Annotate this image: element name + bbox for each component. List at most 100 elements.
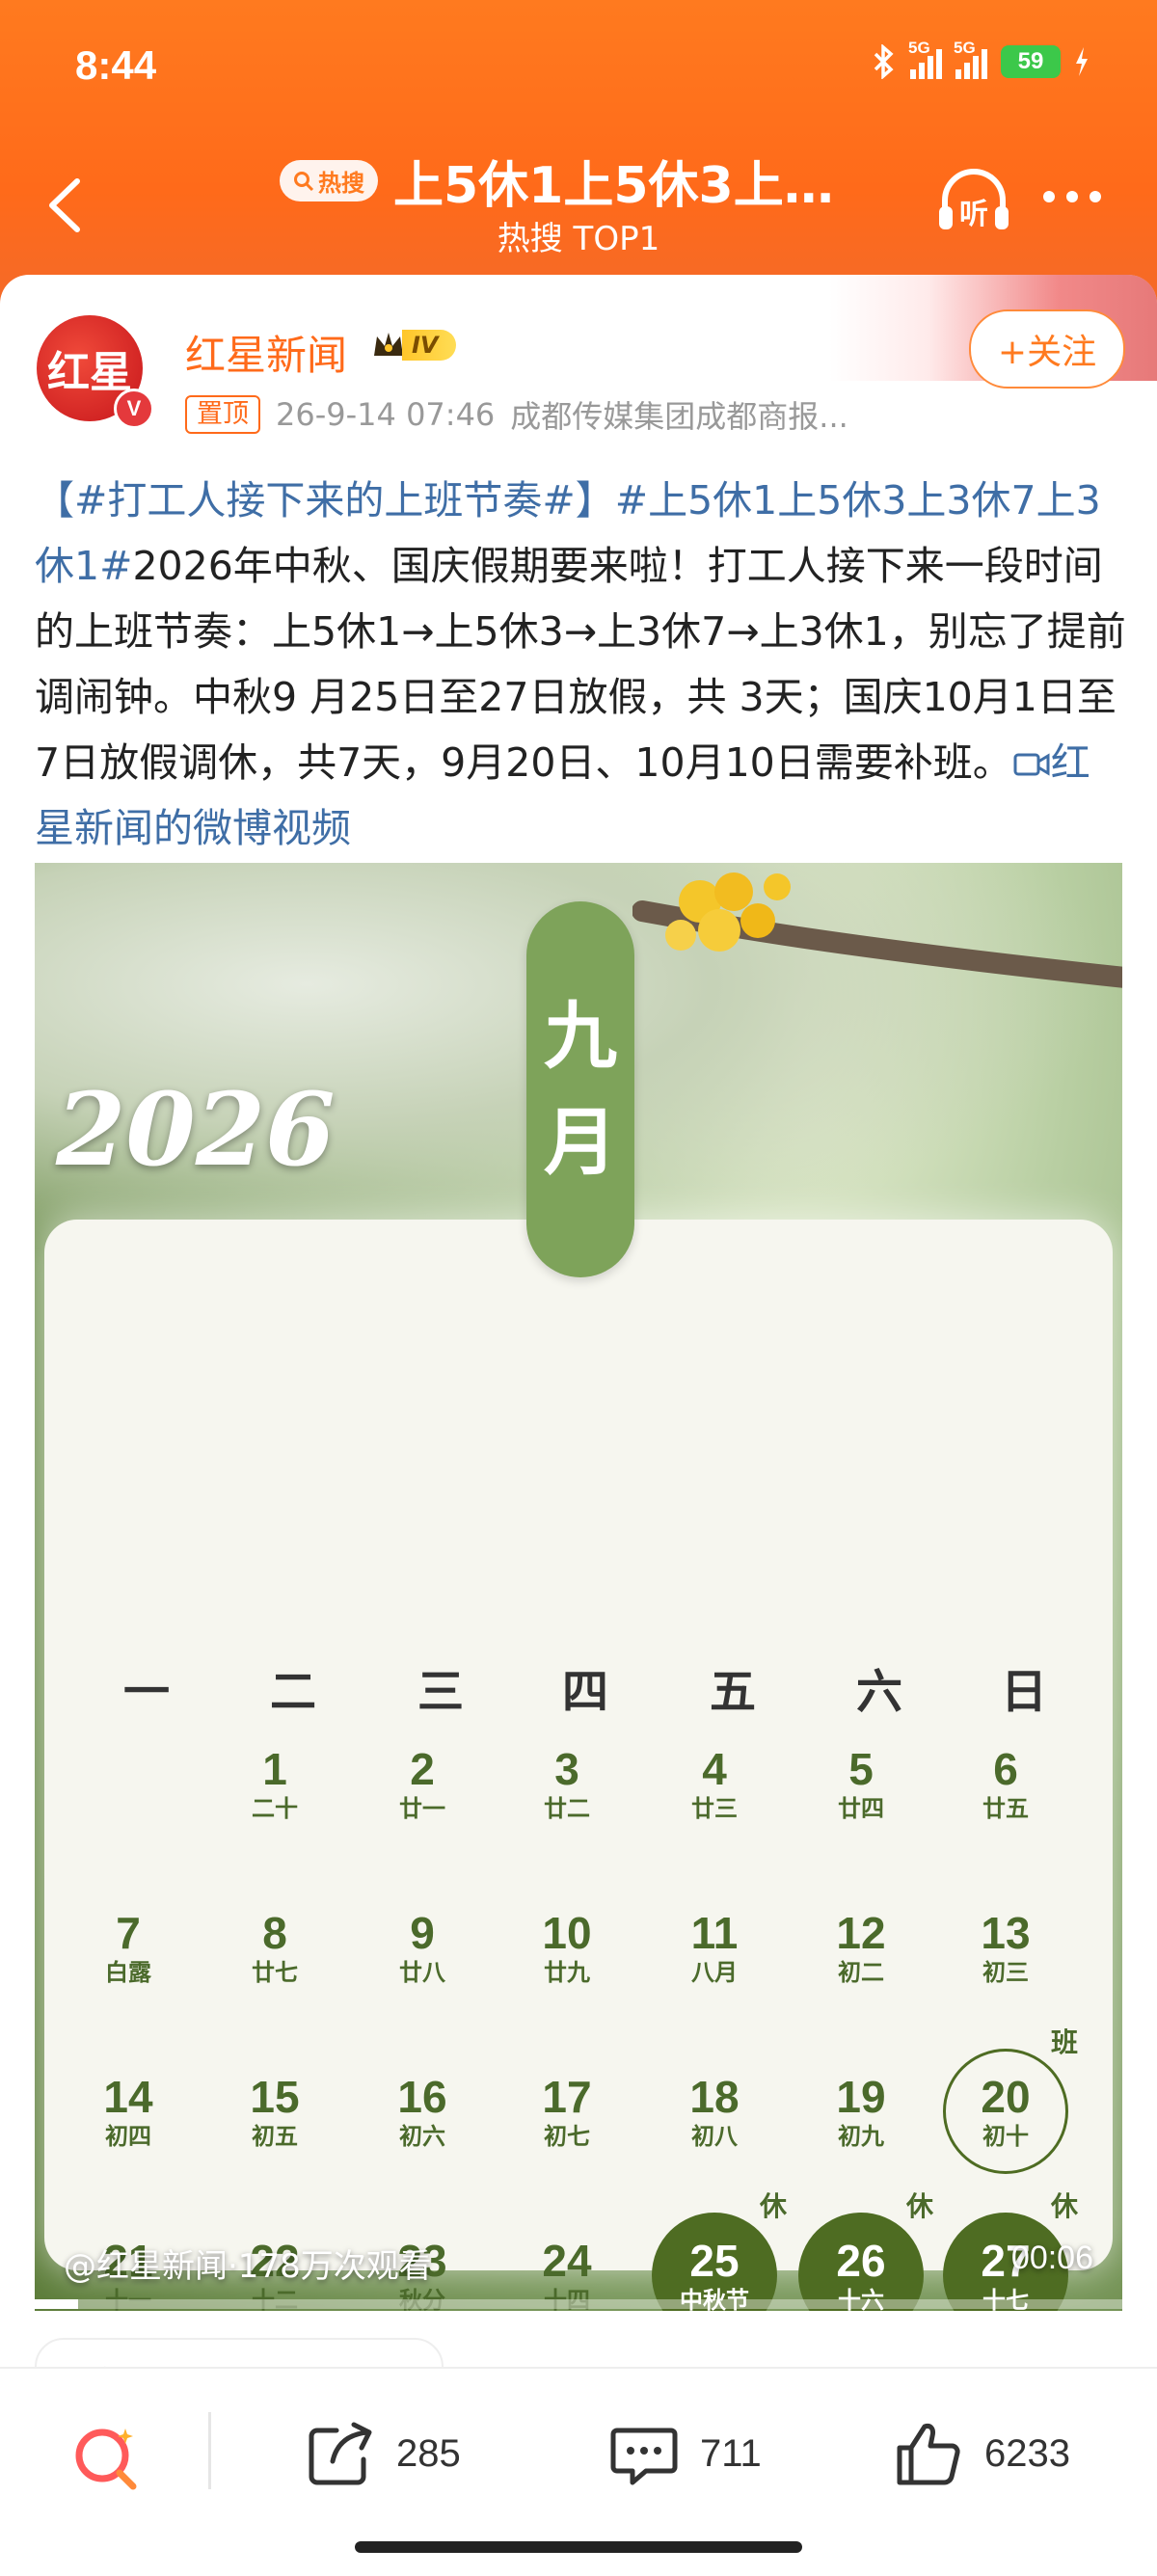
work-day-note: 班 — [1051, 2026, 1079, 2058]
day-lunar: 初五 — [252, 2123, 298, 2150]
rest-day-note: 休 — [1051, 2190, 1079, 2222]
calendar-day: 25 中秋节 — [652, 2213, 777, 2311]
calendar-day: 1 二十 — [212, 1721, 337, 1846]
nav-title-group[interactable]: 热搜 上5休1上5休3上3... — [280, 145, 897, 217]
topic-tag-1[interactable]: 【#打工人接下来的上班节奏#】 — [35, 477, 615, 523]
day-lunar: 初二 — [838, 1959, 884, 1986]
weekday-label: 六 — [855, 1665, 902, 1719]
day-number: 17 — [542, 2072, 592, 2122]
calendar-day: 12 初二 — [798, 1885, 924, 2010]
day-lunar: 廿五 — [982, 1795, 1029, 1822]
video-player[interactable]: 2026 一二三四五六日 1 二十 2 廿一 3 廿二 4 廿三 5 廿四 6 廿五 7 白露 8 廿七 9 廿八… — [35, 863, 1122, 2311]
signal-icon-2: 5G — [954, 39, 987, 79]
verified-label: V — [126, 396, 142, 420]
calendar-day: 19 初九 — [798, 2049, 924, 2174]
post-card: 红星 V 红星新闻 IV +关注 置顶 26-9-14 07:46 成都传媒集团… — [0, 275, 1157, 2400]
day-number: 25 — [689, 2236, 740, 2286]
day-number: 3 — [554, 1744, 579, 1794]
calendar-day: 13 初三 — [943, 1885, 1068, 2010]
home-indicator[interactable] — [355, 2541, 802, 2553]
status-bar: 8:44 5G 5G 59 — [0, 0, 1157, 135]
calendar-day: 5 廿四 — [798, 1721, 924, 1846]
day-lunar: 廿四 — [838, 1795, 884, 1822]
day-number: 5 — [848, 1744, 874, 1794]
day-number: 12 — [836, 1908, 886, 1958]
page-title: 上5休1上5休3上3... — [393, 157, 856, 215]
month-char-2: 月 — [544, 1099, 617, 1185]
calendar-day: 6 廿五 — [943, 1721, 1068, 1846]
bluetooth-icon — [874, 44, 894, 79]
share-button[interactable]: 285 — [304, 2417, 461, 2490]
weekday-label: 日 — [1000, 1665, 1047, 1719]
calendar-day: 24 十四 — [504, 2213, 630, 2311]
day-number: 9 — [410, 1908, 435, 1958]
day-number: 13 — [981, 1908, 1031, 1958]
day-lunar: 初七 — [544, 2123, 590, 2150]
weekday-header: 一二三四五六日 — [89, 1653, 1111, 1731]
signal-icon: 5G — [908, 39, 942, 79]
post-source: 成都传媒集团成都商报... — [510, 398, 848, 435]
video-progress-bar[interactable] — [35, 2299, 1122, 2309]
crown-icon — [374, 333, 403, 356]
search-icon[interactable] — [69, 2419, 147, 2496]
day-number: 2 — [410, 1744, 435, 1794]
day-number: 10 — [542, 1908, 592, 1958]
day-lunar: 八月 — [691, 1959, 738, 1986]
day-lunar: 初八 — [691, 2123, 738, 2150]
follow-button[interactable]: +关注 — [969, 309, 1125, 389]
more-options-icon[interactable] — [1043, 191, 1101, 202]
network-type-2: 5G — [954, 39, 976, 57]
calendar-day: 8 廿七 — [212, 1885, 337, 2010]
charging-icon — [1076, 47, 1088, 76]
day-lunar: 初六 — [399, 2123, 445, 2150]
status-time: 8:44 — [75, 42, 157, 88]
level-badge[interactable]: IV — [371, 329, 456, 362]
day-lunar: 廿七 — [252, 1959, 298, 1986]
weekday-label: 三 — [417, 1665, 464, 1719]
day-number: 14 — [103, 2072, 153, 2122]
calendar-day: 2 廿一 — [360, 1721, 485, 1846]
header: 8:44 5G 5G 59 热搜 上5休1上5休3上3... 热搜 TOP1 听 — [0, 0, 1157, 318]
listen-label: 听 — [959, 198, 988, 231]
divider — [208, 2412, 211, 2489]
day-lunar: 廿九 — [544, 1959, 590, 1986]
calendar: 一二三四五六日 1 二十 2 廿一 3 廿二 4 廿三 5 廿四 6 廿五 7 白露 8 廿七 9 廿八 10 廿九 1… — [44, 1220, 1113, 2311]
weekday-label: 二 — [269, 1665, 316, 1719]
battery-level: 59 — [1017, 48, 1044, 74]
calendar-day: 18 初八 — [652, 2049, 777, 2174]
day-number: 19 — [836, 2072, 886, 2122]
like-button[interactable]: 6233 — [892, 2417, 1070, 2490]
day-number: 1 — [262, 1744, 287, 1794]
weekday-label: 五 — [709, 1665, 756, 1719]
day-lunar: 二十 — [252, 1795, 298, 1822]
headphones-icon[interactable]: 听 — [933, 160, 1014, 241]
post-body: 2026年中秋、国庆假期要来啦！打工人接下来一段时间的上班节奏：上5休1→上5休… — [35, 543, 1126, 786]
share-icon — [309, 2422, 372, 2485]
calendar-day: 14 初四 — [66, 2049, 191, 2174]
calendar-day: 20 初十 — [943, 2049, 1068, 2174]
like-count: 6233 — [984, 2431, 1070, 2475]
day-number: 11 — [690, 1908, 739, 1958]
day-number: 16 — [397, 2072, 447, 2122]
author-name[interactable]: 红星新闻 — [185, 323, 347, 382]
day-lunar: 初九 — [838, 2123, 884, 2150]
calendar-day: 3 廿二 — [504, 1721, 630, 1846]
nav-bar: 热搜 上5休1上5休3上3... 热搜 TOP1 听 — [0, 135, 1157, 289]
calendar-day: 9 廿八 — [360, 1885, 485, 2010]
status-icons: 5G 5G 59 — [872, 39, 1090, 79]
day-lunar: 白露 — [105, 1959, 151, 1986]
search-icon — [294, 171, 314, 191]
pinned-tag: 置顶 — [185, 395, 260, 434]
network-type-1: 5G — [908, 39, 930, 57]
comment-button[interactable]: 711 — [607, 2417, 762, 2490]
calendar-day: 7 白露 — [66, 1885, 191, 2010]
day-number: 4 — [702, 1744, 727, 1794]
avatar-text: 红星 — [47, 348, 132, 397]
rest-day-note: 休 — [760, 2190, 788, 2222]
day-number: 8 — [262, 1908, 287, 1958]
month-char-1: 九 — [544, 993, 617, 1079]
day-number: 26 — [836, 2236, 886, 2286]
comment-count: 711 — [700, 2431, 762, 2475]
day-lunar: 廿八 — [399, 1959, 445, 1986]
calendar-day: 17 初七 — [504, 2049, 630, 2174]
